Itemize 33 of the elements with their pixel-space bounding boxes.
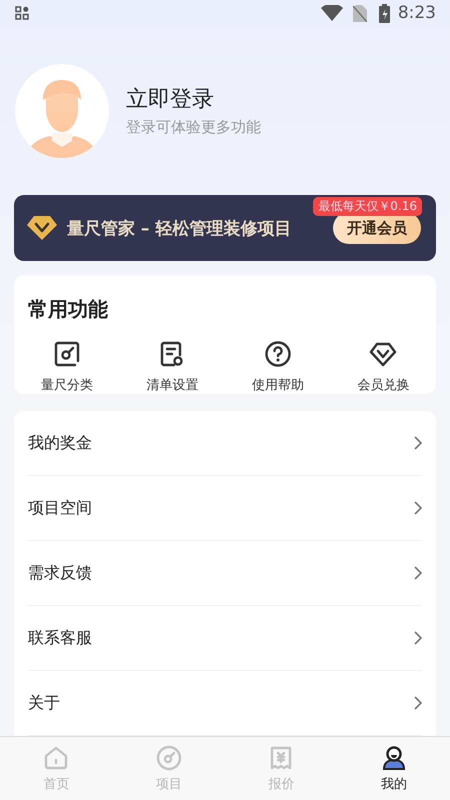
no-sim-icon [352, 4, 367, 22]
vip-banner[interactable]: 量尺管家 – 轻松管理装修项目 最低每天仅￥0.16 开通会员 [14, 195, 436, 261]
apps-icon [15, 6, 29, 20]
menu-item[interactable]: 需求反馈 [28, 562, 414, 584]
section-title: 常用功能 [27, 296, 109, 323]
menu-item[interactable]: 项目空间 [28, 498, 414, 518]
tab[interactable]: 我的 [338, 737, 450, 800]
vip-slogan: 量尺管家 – 轻松管理装修项目 [67, 218, 292, 240]
menu-item[interactable]: 我的奖金 [28, 432, 414, 454]
chevron-right-icon [414, 696, 422, 710]
gauge-icon [52, 340, 81, 368]
function-label[interactable]: 会员兑换 [357, 376, 410, 394]
gauge-icon [156, 744, 182, 770]
chevron-right-icon [414, 501, 422, 515]
home-icon [43, 744, 70, 770]
menu-item[interactable]: 关于 [28, 692, 414, 714]
status-time: 8:23 [398, 3, 436, 24]
price-badge: 最低每天仅￥0.16 [313, 197, 422, 216]
wifi-icon [320, 5, 343, 22]
function-label[interactable]: 量尺分类 [40, 376, 93, 394]
chevron-right-icon [414, 631, 422, 645]
battery-icon [378, 4, 390, 23]
login-title[interactable]: 立即登录 [126, 84, 261, 114]
menu-item[interactable]: 联系客服 [28, 628, 414, 648]
login-subtitle: 登录可体验更多功能 [126, 118, 261, 138]
diamond-icon [369, 340, 398, 368]
diamond-icon [27, 216, 57, 240]
function-label[interactable]: 使用帮助 [252, 376, 304, 394]
chevron-right-icon [414, 566, 422, 580]
function-label[interactable]: 清单设置 [146, 376, 198, 394]
help-icon [264, 340, 292, 368]
chevron-right-icon [414, 436, 422, 450]
profile-icon [380, 744, 407, 770]
